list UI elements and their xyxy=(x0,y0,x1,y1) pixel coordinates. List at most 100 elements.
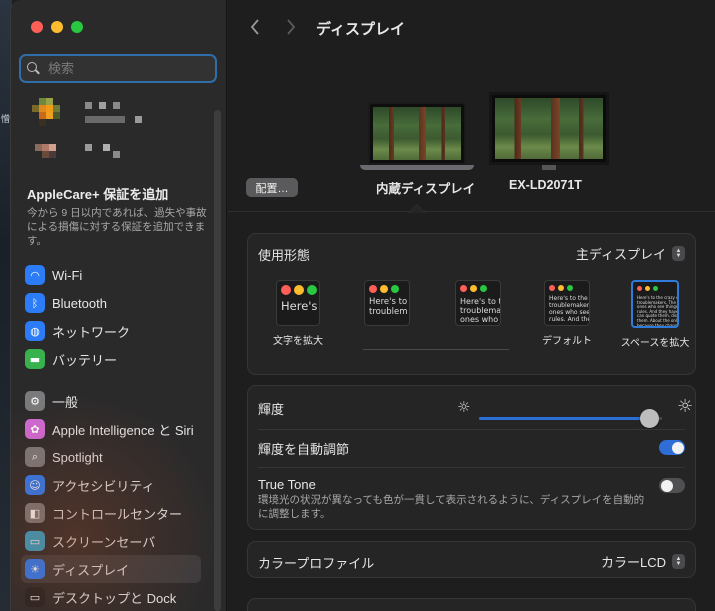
updown-chevron-icon: ▲ ▼ xyxy=(672,246,685,261)
siri-icon: ✿ xyxy=(25,419,45,439)
window-dot-icon xyxy=(653,286,658,291)
resolution-option[interactable]: Here's to t troublema ones who xyxy=(455,280,501,332)
resolution-sample-text: Here's to the cr troublemakers. ones who… xyxy=(549,295,590,323)
chevron-left-icon xyxy=(250,19,259,35)
dock-icon: ▭ xyxy=(25,587,45,607)
resolution-thumbnail: Here's to the cr troublemakers. ones who… xyxy=(544,280,590,326)
sidebar-item[interactable]: ✿ Apple Intelligence と Siri xyxy=(21,415,201,443)
globe-icon: ◍ xyxy=(25,321,45,341)
resolution-thumbnail: Here's to troublem xyxy=(364,280,410,326)
toggle-knob xyxy=(660,479,673,492)
brightness-high-icon: ☼ xyxy=(677,396,694,417)
sidebar-group-connectivity: ◠ Wi-Fi ᛒ Bluetooth ◍ ネットワーク ▬ バッテリー xyxy=(21,261,201,373)
resolution-thumbnail: Here's to t troublema ones who xyxy=(455,280,501,326)
color-profile-popup[interactable]: カラーLCD ▲ ▼ xyxy=(601,552,685,571)
window-dot-icon xyxy=(294,285,304,295)
resolution-option[interactable]: Here's to troublem xyxy=(364,280,410,332)
resolution-sample-text: Here's to troublem xyxy=(369,297,408,317)
applecare-title: AppleCare+ 保証を追加 xyxy=(27,187,169,202)
color-profile-label: カラープロファイル xyxy=(258,556,375,571)
sidebar-item-label: 一般 xyxy=(52,394,79,410)
window-dot-icon xyxy=(380,285,388,293)
sidebar-item-label: デスクトップと Dock xyxy=(52,590,177,606)
window-dot-icon xyxy=(470,285,477,292)
sidebar-item[interactable]: ⚙ 一般 xyxy=(21,387,201,415)
sidebar-item[interactable]: ▬ バッテリー xyxy=(21,345,201,373)
sidebar-item-label: Spotlight xyxy=(52,449,103,465)
sidebar-item[interactable]: ⌕ Spotlight xyxy=(21,443,201,471)
usage-label: 使用形態 xyxy=(258,248,311,263)
search-icon xyxy=(27,62,40,75)
window-dot-icon xyxy=(369,285,377,293)
window-dot-icon xyxy=(480,285,487,292)
sidebar-item-label: ネットワーク xyxy=(52,324,131,340)
applecare-promo[interactable]: AppleCare+ 保証を追加 今から 9 日以内であれば、過失や事故による損… xyxy=(27,184,213,248)
brightness-slider-knob[interactable] xyxy=(640,409,660,428)
color-profile-card: カラープロファイル カラーLCD ▲ ▼ xyxy=(247,541,696,578)
divider xyxy=(258,467,685,468)
sidebar-item[interactable]: ▭ デスクトップと Dock xyxy=(21,583,201,611)
window-dot-icon xyxy=(281,285,291,295)
minimize-window-button[interactable] xyxy=(51,21,63,33)
window-dot-icon xyxy=(567,285,573,291)
sidebar-item[interactable]: ☺ アクセシビリティ xyxy=(21,471,201,499)
usage-resolution-card: 使用形態 主ディスプレイ ▲ ▼ Here's 文字を拡大 Here's to tro… xyxy=(247,233,696,375)
toolbar: ディスプレイ xyxy=(228,0,715,54)
sidebar-scrollbar[interactable] xyxy=(214,110,221,611)
divider xyxy=(258,429,685,430)
sidebar-item[interactable]: ᛒ Bluetooth xyxy=(21,289,201,317)
resolution-thumbnail: Here's to the crazy ones troublemakers. … xyxy=(631,280,679,328)
sidebar-item-label: アクセシビリティ xyxy=(52,478,155,494)
monitor-stand xyxy=(542,165,556,170)
toggle-knob xyxy=(671,441,684,454)
forward-button[interactable] xyxy=(283,18,299,36)
brightness-slider-fill xyxy=(479,417,650,420)
sidebar-item[interactable]: ◠ Wi-Fi xyxy=(21,261,201,289)
search-input[interactable] xyxy=(48,61,198,76)
usage-value: 主ディスプレイ xyxy=(575,247,666,262)
system-settings-window: AppleCare+ 保証を追加 今から 9 日以内であれば、過失や事故による損… xyxy=(10,0,715,611)
accessibility-icon: ☺ xyxy=(25,475,45,495)
true-tone-toggle[interactable] xyxy=(659,478,685,493)
sidebar-group-system: ⚙ 一般 ✿ Apple Intelligence と Siri ⌕ Spotlight ☺… xyxy=(21,387,201,611)
sidebar-item[interactable]: ▭ スクリーンセーバ xyxy=(21,527,201,555)
sidebar-item[interactable]: ☀ ディスプレイ xyxy=(21,555,201,583)
builtin-display-name: 内蔵ディスプレイ xyxy=(376,182,476,196)
window-dot-icon xyxy=(460,285,467,292)
apple-account-avatar[interactable] xyxy=(25,96,155,170)
zoom-window-button[interactable] xyxy=(71,21,83,33)
auto-brightness-toggle[interactable] xyxy=(659,440,685,455)
main-content: ディスプレイ 配置… 内蔵ディスプレイ EX-LD2071T 使用形態 主ディス… xyxy=(228,0,715,611)
display-arrangement-area: 配置… 内蔵ディスプレイ EX-LD2071T xyxy=(228,54,715,213)
sidebar-item[interactable]: ◧ コントロールセンター xyxy=(21,499,201,527)
arrange-button[interactable]: 配置… xyxy=(246,178,298,197)
brightness-label: 輝度 xyxy=(258,402,285,417)
control-center-icon: ◧ xyxy=(25,503,45,523)
external-display-thumbnail[interactable] xyxy=(489,92,609,170)
selected-display-pointer xyxy=(408,204,426,213)
sidebar-item[interactable]: ◍ ネットワーク xyxy=(21,317,201,345)
builtin-display-thumbnail[interactable] xyxy=(360,102,474,170)
resolution-scale-line xyxy=(363,349,509,350)
window-dot-icon xyxy=(645,286,650,291)
window-dot-icon xyxy=(307,285,317,295)
sidebar-item-label: スクリーンセーバ xyxy=(52,534,156,550)
usage-popup[interactable]: 主ディスプレイ ▲ ▼ xyxy=(576,244,685,263)
close-window-button[interactable] xyxy=(31,21,43,33)
resolution-option[interactable]: Here's 文字を拡大 xyxy=(273,280,323,347)
true-tone-description: 環境光の状況が異なっても色が一貫して表示されるように、ディスプレイを自動的に調整… xyxy=(258,494,645,520)
resolution-option[interactable]: Here's to the cr troublemakers. ones who… xyxy=(542,280,592,347)
resolution-option[interactable]: Here's to the crazy ones troublemakers. … xyxy=(621,280,689,349)
window-dot-icon xyxy=(637,286,642,291)
resolution-option-label: 文字を拡大 xyxy=(273,336,323,347)
true-tone-label: True Tone xyxy=(258,477,316,492)
back-button[interactable] xyxy=(247,18,263,36)
color-profile-value: カラーLCD xyxy=(600,555,666,570)
brightness-slider[interactable] xyxy=(479,409,662,428)
sidebar-item-label: Bluetooth xyxy=(52,295,107,311)
resolution-sample-text: Here's to t troublema ones who xyxy=(460,297,501,325)
search-field[interactable] xyxy=(19,54,217,83)
resolution-sample-text: Here's xyxy=(281,299,318,313)
sidebar-item-label: バッテリー xyxy=(52,352,118,368)
applecare-description: 今から 9 日以内であれば、過失や事故による損傷に対する保証を追加できます。 xyxy=(27,207,207,247)
